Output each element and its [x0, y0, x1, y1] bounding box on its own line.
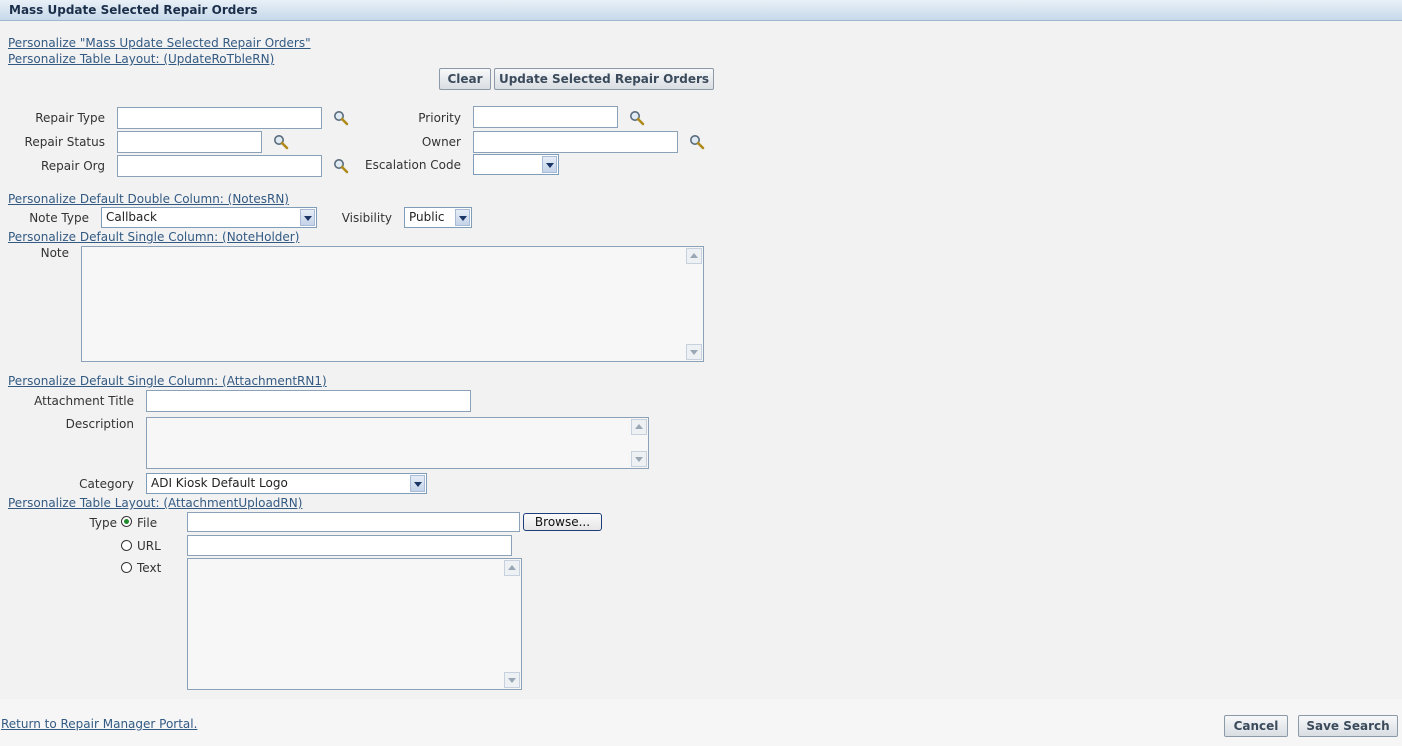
save-search-button[interactable]: Save Search: [1298, 715, 1398, 737]
repair-org-label: Repair Org: [40, 159, 105, 173]
attachment-title-input[interactable]: [146, 390, 471, 412]
clear-button[interactable]: Clear: [439, 68, 491, 90]
escalation-code-select[interactable]: [473, 154, 559, 175]
visibility-label: Visibility: [341, 211, 392, 225]
owner-search-icon[interactable]: [689, 134, 705, 150]
repair-org-input[interactable]: [117, 155, 322, 177]
scroll-up-icon[interactable]: [631, 419, 647, 435]
note-label: Note: [40, 246, 69, 260]
note-type-label: Note Type: [29, 211, 89, 225]
repair-type-search-icon[interactable]: [333, 110, 349, 126]
chevron-down-icon: [455, 209, 470, 226]
priority-input[interactable]: [473, 106, 618, 128]
personalize-attachment-link[interactable]: Personalize Default Single Column: (Atta…: [8, 374, 327, 388]
type-text-label: Text: [137, 561, 162, 575]
chevron-down-icon: [542, 156, 557, 173]
personalize-update-table-link[interactable]: Personalize Table Layout: (UpdateRoTbleR…: [8, 52, 274, 66]
return-to-portal-link[interactable]: Return to Repair Manager Portal.: [1, 717, 197, 731]
url-input[interactable]: [187, 535, 512, 556]
category-value: ADI Kiosk Default Logo: [151, 476, 288, 490]
priority-search-icon[interactable]: [629, 110, 645, 126]
type-text-radio[interactable]: [121, 562, 132, 573]
personalize-note-holder-link[interactable]: Personalize Default Single Column: (Note…: [8, 230, 299, 244]
page-title-bar: Mass Update Selected Repair Orders: [0, 0, 1402, 21]
personalize-attachment-upload-link[interactable]: Personalize Table Layout: (AttachmentUpl…: [8, 496, 302, 510]
type-url-label: URL: [137, 539, 161, 553]
attachment-title-label: Attachment Title: [34, 394, 134, 408]
scroll-down-icon[interactable]: [686, 344, 702, 360]
visibility-select[interactable]: Public: [404, 207, 472, 228]
scroll-up-icon[interactable]: [504, 560, 520, 576]
category-select[interactable]: ADI Kiosk Default Logo: [146, 473, 427, 494]
owner-label: Owner: [421, 135, 461, 149]
type-file-label: File: [137, 516, 158, 530]
repair-type-label: Repair Type: [35, 111, 105, 125]
scroll-down-icon[interactable]: [631, 451, 647, 467]
escalation-code-label: Escalation Code: [365, 158, 461, 172]
cancel-button[interactable]: Cancel: [1224, 715, 1288, 737]
priority-label: Priority: [418, 111, 461, 125]
description-label: Description: [65, 417, 134, 431]
category-label: Category: [79, 477, 134, 491]
type-file-radio[interactable]: [121, 516, 132, 527]
attachment-text-textarea[interactable]: [187, 558, 522, 690]
note-type-select[interactable]: Callback: [101, 207, 317, 228]
page-title: Mass Update Selected Repair Orders: [9, 3, 258, 17]
scroll-down-icon[interactable]: [504, 672, 520, 688]
personalize-notes-link[interactable]: Personalize Default Double Column: (Note…: [8, 192, 289, 206]
repair-status-search-icon[interactable]: [273, 134, 289, 150]
repair-type-input[interactable]: [117, 107, 322, 129]
scroll-up-icon[interactable]: [686, 248, 702, 264]
repair-status-label: Repair Status: [24, 135, 105, 149]
browse-button[interactable]: Browse...: [523, 513, 602, 531]
chevron-down-icon: [410, 475, 425, 492]
update-selected-repair-orders-button[interactable]: Update Selected Repair Orders: [494, 68, 714, 90]
type-label: Type: [89, 516, 117, 530]
note-textarea[interactable]: [81, 246, 704, 362]
type-url-radio[interactable]: [121, 540, 132, 551]
file-path-input[interactable]: [187, 512, 520, 532]
note-type-value: Callback: [106, 210, 157, 224]
page-footer: [0, 699, 1402, 746]
description-textarea[interactable]: [146, 417, 649, 469]
owner-input[interactable]: [473, 131, 678, 153]
personalize-page-link[interactable]: Personalize "Mass Update Selected Repair…: [8, 36, 311, 50]
visibility-value: Public: [409, 210, 445, 224]
repair-status-input[interactable]: [117, 131, 262, 153]
chevron-down-icon: [300, 209, 315, 226]
